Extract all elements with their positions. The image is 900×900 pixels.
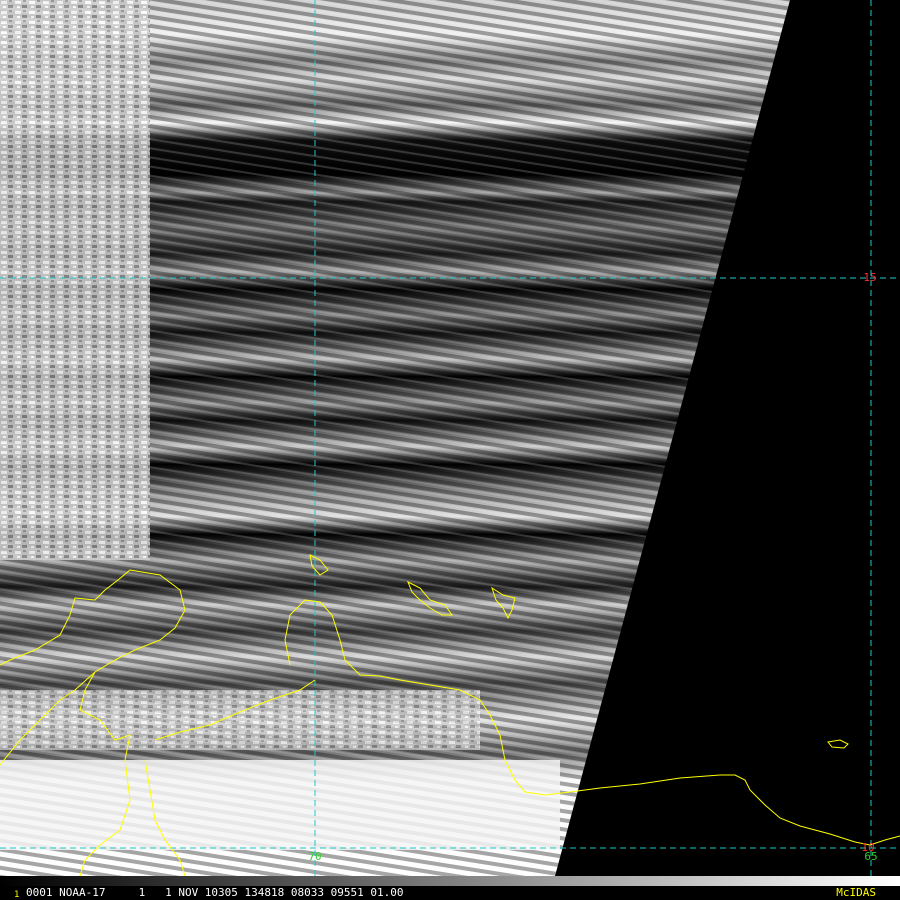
longitude-label-70: 70 bbox=[308, 850, 321, 863]
image-metadata-text: 0001 NOAA-17 1 1 NOV 10305 134818 08033 … bbox=[26, 886, 404, 899]
satellite-image-viewer: 15 10 70 65 1 0001 NOAA-17 1 1 NOV 10305 13… bbox=[0, 0, 900, 900]
coastline-segment bbox=[827, 739, 849, 749]
satellite-imagery-panel: 151070 65 bbox=[0, 0, 900, 876]
frame-number: 1 bbox=[14, 890, 20, 900]
satellite-swath bbox=[0, 0, 790, 876]
latitude-label-15: 15 bbox=[863, 271, 876, 284]
grayscale-bar bbox=[0, 876, 900, 886]
image-status-bar: 1 0001 NOAA-17 1 1 NOV 10305 134818 0803… bbox=[0, 886, 900, 900]
longitude-label-65: 65 bbox=[864, 850, 877, 863]
mcidas-brand-label: McIDAS bbox=[836, 886, 876, 899]
